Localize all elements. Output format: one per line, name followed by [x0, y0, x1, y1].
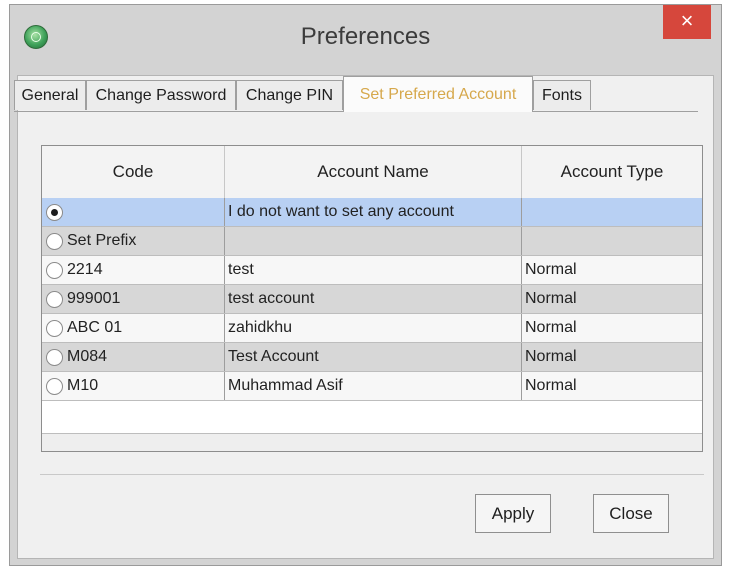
code-cell: M10 [42, 372, 225, 400]
grid-empty-footer [42, 433, 702, 451]
close-button[interactable]: Close [593, 494, 669, 533]
header-account-name[interactable]: Account Name [225, 146, 522, 198]
separator [40, 474, 704, 475]
table-row[interactable]: I do not want to set any account [42, 198, 702, 227]
radio-button[interactable] [46, 320, 63, 337]
radio-button[interactable] [46, 204, 63, 221]
table-row[interactable]: ABC 01 zahidkhu Normal [42, 314, 702, 343]
account-type-cell: Normal [525, 348, 577, 365]
account-name-cell [225, 227, 522, 255]
code-cell [42, 198, 225, 226]
account-type-cell: Normal [525, 261, 577, 278]
account-type-cell [522, 198, 702, 226]
code-text: M084 [67, 348, 108, 365]
account-type-cell: Normal [525, 319, 577, 336]
radio-button[interactable] [46, 291, 63, 308]
table-row[interactable]: M084 Test Account Normal [42, 343, 702, 372]
code-cell: M084 [42, 343, 225, 371]
code-text: M10 [67, 377, 99, 394]
table-row[interactable]: 2214 test Normal [42, 256, 702, 285]
account-name-cell: test account [225, 285, 522, 313]
tab-set-preferred-account[interactable]: Set Preferred Account [343, 76, 533, 112]
header-code[interactable]: Code [42, 146, 225, 198]
radio-button[interactable] [46, 233, 63, 250]
radio-button[interactable] [46, 262, 63, 279]
tab-general[interactable]: General [14, 80, 86, 110]
code-text: Set Prefix [67, 232, 137, 249]
tab-change-password[interactable]: Change Password [86, 80, 236, 110]
window-title: Preferences [300, 23, 431, 50]
table-row[interactable]: 999001 test account Normal [42, 285, 702, 314]
table-row[interactable]: M10 Muhammad Asif Normal [42, 372, 702, 401]
code-text: 999001 [67, 290, 121, 307]
account-name-cell: zahidkhu [225, 314, 522, 342]
account-type-cell: Normal [525, 377, 577, 394]
header-account-type[interactable]: Account Type [522, 146, 702, 198]
tab-fonts[interactable]: Fonts [533, 80, 591, 110]
tab-change-pin[interactable]: Change PIN [236, 80, 343, 110]
table-row[interactable]: Set Prefix [42, 227, 702, 256]
code-cell: 2214 [42, 256, 225, 284]
code-text: 2214 [67, 261, 103, 278]
apply-button[interactable]: Apply [475, 494, 551, 533]
code-cell: 999001 [42, 285, 225, 313]
account-type-cell [522, 227, 702, 255]
account-name-cell: Muhammad Asif [225, 372, 522, 400]
account-name-cell: I do not want to set any account [225, 198, 522, 226]
account-name-cell: test [225, 256, 522, 284]
title-bar[interactable]: Preferences × [10, 5, 721, 73]
radio-button[interactable] [46, 349, 63, 366]
account-name-cell: Test Account [225, 343, 522, 371]
account-type-cell: Normal [525, 290, 577, 307]
accounts-grid: Code Account Name Account Type I do not … [41, 145, 703, 452]
code-text: ABC 01 [67, 319, 123, 336]
grid-header: Code Account Name Account Type [42, 146, 702, 199]
close-window-button[interactable]: × [663, 5, 711, 39]
radio-button[interactable] [46, 378, 63, 395]
code-cell: ABC 01 [42, 314, 225, 342]
code-cell: Set Prefix [42, 227, 225, 255]
